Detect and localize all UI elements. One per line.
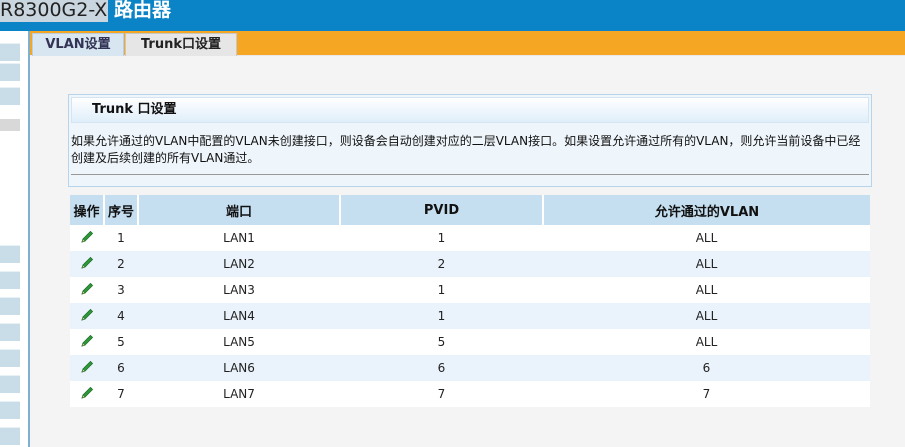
- action-cell: [70, 251, 104, 277]
- app-title: 路由器: [114, 0, 172, 21]
- allowed-vlan-cell: ALL: [543, 225, 870, 251]
- allowed-vlan-cell: ALL: [543, 251, 870, 277]
- table-row: 1 LAN1 1 ALL: [70, 225, 870, 251]
- pvid-cell: 1: [340, 277, 543, 303]
- pencil-icon[interactable]: [79, 333, 95, 349]
- sidebar-item[interactable]: [0, 43, 20, 61]
- trunk-port-table: 操作 序号 端口 PVID 允许通过的VLAN 1 LAN1 1 ALL 2 LAN2 2 A…: [70, 195, 870, 407]
- port-cell: LAN2: [138, 251, 340, 277]
- allowed-vlan-cell: ALL: [543, 277, 870, 303]
- sidebar-item[interactable]: [0, 427, 20, 445]
- sidebar-item[interactable]: [0, 375, 20, 393]
- action-cell: [70, 303, 104, 329]
- top-bar: R8300G2-X 路由器: [0, 0, 905, 31]
- sidebar-item[interactable]: [0, 271, 20, 289]
- pencil-icon[interactable]: [79, 255, 95, 271]
- allowed-vlan-cell: ALL: [543, 303, 870, 329]
- index-cell: 5: [104, 329, 138, 355]
- table-header-row: 操作 序号 端口 PVID 允许通过的VLAN: [70, 195, 870, 225]
- pencil-icon[interactable]: [79, 307, 95, 323]
- col-header-action: 操作: [70, 195, 105, 225]
- port-cell: LAN4: [138, 303, 340, 329]
- sidebar-item[interactable]: [0, 87, 20, 105]
- device-model: R8300G2-X: [0, 0, 109, 22]
- section-title: Trunk 口设置: [71, 97, 869, 123]
- allowed-vlan-cell: ALL: [543, 329, 870, 355]
- sidebar-item[interactable]: [0, 245, 20, 263]
- sidebar-item[interactable]: [0, 297, 20, 315]
- index-cell: 4: [104, 303, 138, 329]
- action-cell: [70, 381, 104, 407]
- pencil-icon[interactable]: [79, 385, 95, 401]
- trunk-info-panel: Trunk 口设置 如果允许通过的VLAN中配置的VLAN未创建接口，则设备会自…: [68, 94, 872, 187]
- sidebar-item[interactable]: [0, 63, 20, 81]
- allowed-vlan-cell: 6: [543, 355, 870, 381]
- sidebar: [0, 31, 30, 447]
- port-cell: LAN1: [138, 225, 340, 251]
- index-cell: 6: [104, 355, 138, 381]
- index-cell: 3: [104, 277, 138, 303]
- port-cell: LAN7: [138, 381, 340, 407]
- index-cell: 1: [104, 225, 138, 251]
- main-content: Trunk 口设置 如果允许通过的VLAN中配置的VLAN未创建接口，则设备会自…: [30, 56, 905, 447]
- pvid-cell: 7: [340, 381, 543, 407]
- table-row: 6 LAN6 6 6: [70, 355, 870, 381]
- col-header-allowed-vlan: 允许通过的VLAN: [543, 195, 870, 225]
- allowed-vlan-cell: 7: [543, 381, 870, 407]
- section-description: 如果允许通过的VLAN中配置的VLAN未创建接口，则设备会自动创建对应的二层VL…: [71, 134, 861, 165]
- divider: [71, 174, 869, 175]
- port-cell: LAN3: [138, 277, 340, 303]
- table-row: 5 LAN5 5 ALL: [70, 329, 870, 355]
- index-cell: 7: [104, 381, 138, 407]
- col-header-port: 端口: [138, 195, 341, 225]
- col-header-pvid: PVID: [340, 195, 544, 225]
- pvid-cell: 1: [340, 303, 543, 329]
- pencil-icon[interactable]: [79, 281, 95, 297]
- pencil-icon[interactable]: [79, 359, 95, 375]
- sidebar-separator: [0, 119, 20, 131]
- pvid-cell: 6: [340, 355, 543, 381]
- sidebar-item[interactable]: [0, 323, 20, 341]
- pencil-icon[interactable]: [79, 229, 95, 245]
- action-cell: [70, 355, 104, 381]
- tab-bar: VLAN设置 Trunk口设置: [30, 31, 905, 56]
- pvid-cell: 5: [340, 329, 543, 355]
- tab-vlan-settings[interactable]: VLAN设置: [32, 33, 124, 56]
- tab-trunk-settings[interactable]: Trunk口设置: [125, 33, 237, 56]
- table-row: 3 LAN3 1 ALL: [70, 277, 870, 303]
- port-cell: LAN6: [138, 355, 340, 381]
- sidebar-item[interactable]: [0, 401, 20, 419]
- col-header-index: 序号: [104, 195, 139, 225]
- port-cell: LAN5: [138, 329, 340, 355]
- action-cell: [70, 225, 104, 251]
- action-cell: [70, 277, 104, 303]
- table-row: 4 LAN4 1 ALL: [70, 303, 870, 329]
- pvid-cell: 2: [340, 251, 543, 277]
- table-row: 7 LAN7 7 7: [70, 381, 870, 407]
- pvid-cell: 1: [340, 225, 543, 251]
- sidebar-item[interactable]: [0, 349, 20, 367]
- action-cell: [70, 329, 104, 355]
- index-cell: 2: [104, 251, 138, 277]
- table-row: 2 LAN2 2 ALL: [70, 251, 870, 277]
